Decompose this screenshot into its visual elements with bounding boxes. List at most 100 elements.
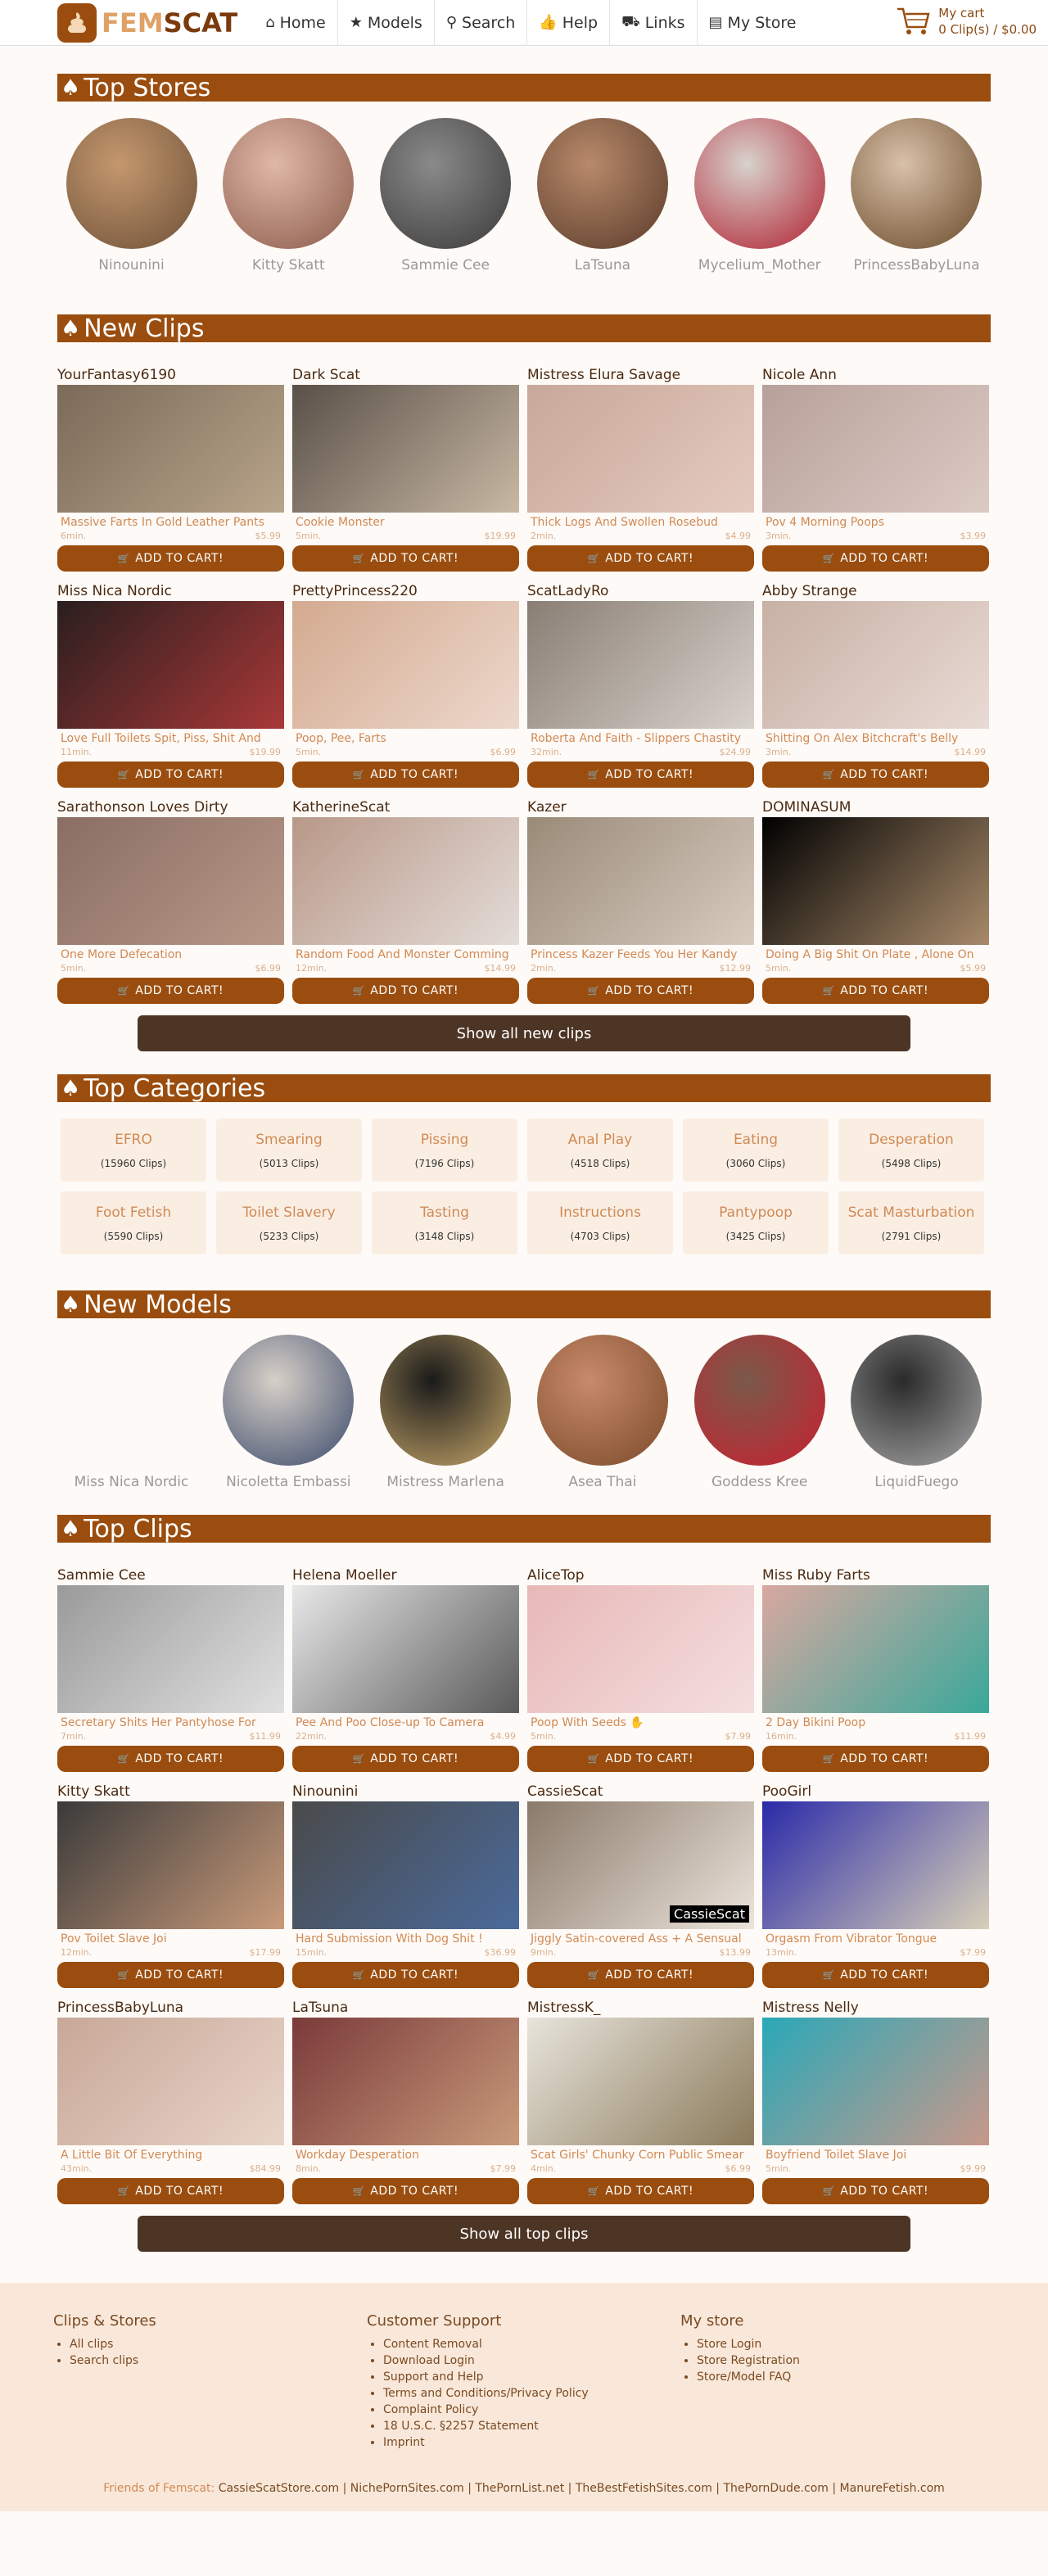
add-to-cart-button[interactable]: 🛒 ADD TO CART! [57,1746,284,1772]
model-name[interactable]: Mistress Marlena [386,1474,504,1490]
category-tile[interactable]: Foot Fetish (5590 Clips) [61,1191,206,1254]
friend-link[interactable]: ThePornDude.com [723,2482,828,2495]
clip-title[interactable]: Shitting On Alex Bitchcraft's Belly [762,732,989,747]
clip-thumbnail[interactable] [57,2018,284,2145]
my-cart[interactable]: My cart 0 Clip(s) / $0.00 [896,5,1037,38]
clip-model-name[interactable]: Sarathonson Loves Dirty [57,799,284,817]
clip-title[interactable]: Random Food And Monster Comming [292,948,519,963]
footer-link[interactable]: Store Login [697,2336,994,2352]
clip-thumbnail[interactable] [527,2018,754,2145]
model-item[interactable]: Goddess Kree [692,1335,827,1490]
footer-link[interactable]: Support and Help [383,2369,680,2385]
add-to-cart-button[interactable]: 🛒 ADD TO CART! [762,2178,989,2204]
model-avatar[interactable] [223,1335,355,1466]
clip-thumbnail[interactable] [527,385,754,513]
add-to-cart-button[interactable]: 🛒 ADD TO CART! [292,1962,519,1988]
site-logo[interactable]: FEMSCAT [57,2,237,43]
clip-thumbnail[interactable] [57,1585,284,1713]
clip-title[interactable]: Secretary Shits Her Pantyhose For [57,1716,284,1731]
clip-model-name[interactable]: PooGirl [762,1783,989,1801]
clip-model-name[interactable]: Mistress Elura Savage [527,367,754,385]
clip-model-name[interactable]: ScatLadyRo [527,583,754,601]
clip-model-name[interactable]: DOMINASUM [762,799,989,817]
nav-models[interactable]: ★ Models [337,0,434,46]
footer-link[interactable]: Download Login [383,2352,680,2369]
clip-title[interactable]: Massive Farts In Gold Leather Pants [57,516,284,531]
clip-model-name[interactable]: MistressK_ [527,2000,754,2018]
add-to-cart-button[interactable]: 🛒 ADD TO CART! [292,545,519,572]
store-name[interactable]: PrincessBabyLuna [853,257,979,273]
add-to-cart-button[interactable]: 🛒 ADD TO CART! [527,2178,754,2204]
store-avatar[interactable] [380,118,512,249]
store-name[interactable]: Sammie Cee [401,257,490,273]
clip-model-name[interactable]: LaTsuna [292,2000,519,2018]
add-to-cart-button[interactable]: 🛒 ADD TO CART! [292,2178,519,2204]
clip-model-name[interactable]: Helena Moeller [292,1567,519,1585]
clip-title[interactable]: Boyfriend Toilet Slave Joi [762,2149,989,2163]
friend-link[interactable]: NichePornSites.com [350,2482,464,2495]
model-avatar[interactable] [536,1335,668,1466]
add-to-cart-button[interactable]: 🛒 ADD TO CART! [57,2178,284,2204]
category-tile[interactable]: Instructions (4703 Clips) [527,1191,673,1254]
clip-title[interactable]: Roberta And Faith - Slippers Chastity [527,732,754,747]
clip-thumbnail[interactable]: CassieScat [527,1801,754,1929]
clip-model-name[interactable]: Abby Strange [762,583,989,601]
store-item[interactable]: Ninounini [64,118,199,273]
clip-title[interactable]: Pee And Poo Close-up To Camera [292,1716,519,1731]
clip-model-name[interactable]: Mistress Nelly [762,2000,989,2018]
clip-model-name[interactable]: Kitty Skatt [57,1783,284,1801]
store-name[interactable]: Kitty Skatt [252,257,325,273]
clip-thumbnail[interactable] [57,1801,284,1929]
clip-title[interactable]: Cookie Monster [292,516,519,531]
store-item[interactable]: Kitty Skatt [221,118,356,273]
category-tile[interactable]: Eating (3060 Clips) [683,1119,829,1182]
store-item[interactable]: PrincessBabyLuna [849,118,984,273]
store-item[interactable]: Sammie Cee [378,118,513,273]
clip-title[interactable]: 2 Day Bikini Poop [762,1716,989,1731]
clip-title[interactable]: Pov Toilet Slave Joi [57,1932,284,1947]
model-item[interactable]: Asea Thai [535,1335,670,1490]
category-tile[interactable]: Pantypoop (3425 Clips) [683,1191,829,1254]
category-tile[interactable]: Scat Masturbation (2791 Clips) [838,1191,984,1254]
add-to-cart-button[interactable]: 🛒 ADD TO CART! [527,1746,754,1772]
clip-model-name[interactable]: Kazer [527,799,754,817]
clip-model-name[interactable]: PrettyPrincess220 [292,583,519,601]
add-to-cart-button[interactable]: 🛒 ADD TO CART! [527,1962,754,1988]
clip-title[interactable]: Princess Kazer Feeds You Her Kandy [527,948,754,963]
friend-link[interactable]: ManureFetish.com [840,2482,945,2495]
clip-model-name[interactable]: Miss Ruby Farts [762,1567,989,1585]
clip-thumbnail[interactable] [762,385,989,513]
add-to-cart-button[interactable]: 🛒 ADD TO CART! [762,762,989,788]
add-to-cart-button[interactable]: 🛒 ADD TO CART! [762,978,989,1004]
clip-title[interactable]: Pov 4 Morning Poops [762,516,989,531]
clip-thumbnail[interactable] [57,385,284,513]
add-to-cart-button[interactable]: 🛒 ADD TO CART! [57,1962,284,1988]
clip-model-name[interactable]: CassieScat [527,1783,754,1801]
clip-model-name[interactable]: Nicole Ann [762,367,989,385]
clip-model-name[interactable]: PrincessBabyLuna [57,2000,284,2018]
footer-link[interactable]: Search clips [70,2352,367,2369]
model-avatar[interactable] [693,1335,825,1466]
model-name[interactable]: Asea Thai [568,1474,636,1490]
clip-model-name[interactable]: Sammie Cee [57,1567,284,1585]
clip-title[interactable]: Hard Submission With Dog Shit ! [292,1932,519,1947]
clip-thumbnail[interactable] [292,1585,519,1713]
add-to-cart-button[interactable]: 🛒 ADD TO CART! [762,1746,989,1772]
add-to-cart-button[interactable]: 🛒 ADD TO CART! [762,545,989,572]
store-name[interactable]: Ninounini [98,257,164,273]
clip-title[interactable]: Poop With Seeds ✋ [527,1716,754,1731]
clip-title[interactable]: One More Defecation [57,948,284,963]
clip-thumbnail[interactable] [762,601,989,729]
nav-search[interactable]: ⚲ Search [433,0,526,46]
clip-thumbnail[interactable] [292,385,519,513]
clip-model-name[interactable]: KatherineScat [292,799,519,817]
category-tile[interactable]: Smearing (5013 Clips) [216,1119,362,1182]
clip-thumbnail[interactable] [527,601,754,729]
clip-thumbnail[interactable] [292,601,519,729]
store-avatar[interactable] [536,118,668,249]
store-name[interactable]: LaTsuna [575,257,630,273]
add-to-cart-button[interactable]: 🛒 ADD TO CART! [762,1962,989,1988]
add-to-cart-button[interactable]: 🛒 ADD TO CART! [292,978,519,1004]
clip-thumbnail[interactable] [57,601,284,729]
add-to-cart-button[interactable]: 🛒 ADD TO CART! [292,762,519,788]
